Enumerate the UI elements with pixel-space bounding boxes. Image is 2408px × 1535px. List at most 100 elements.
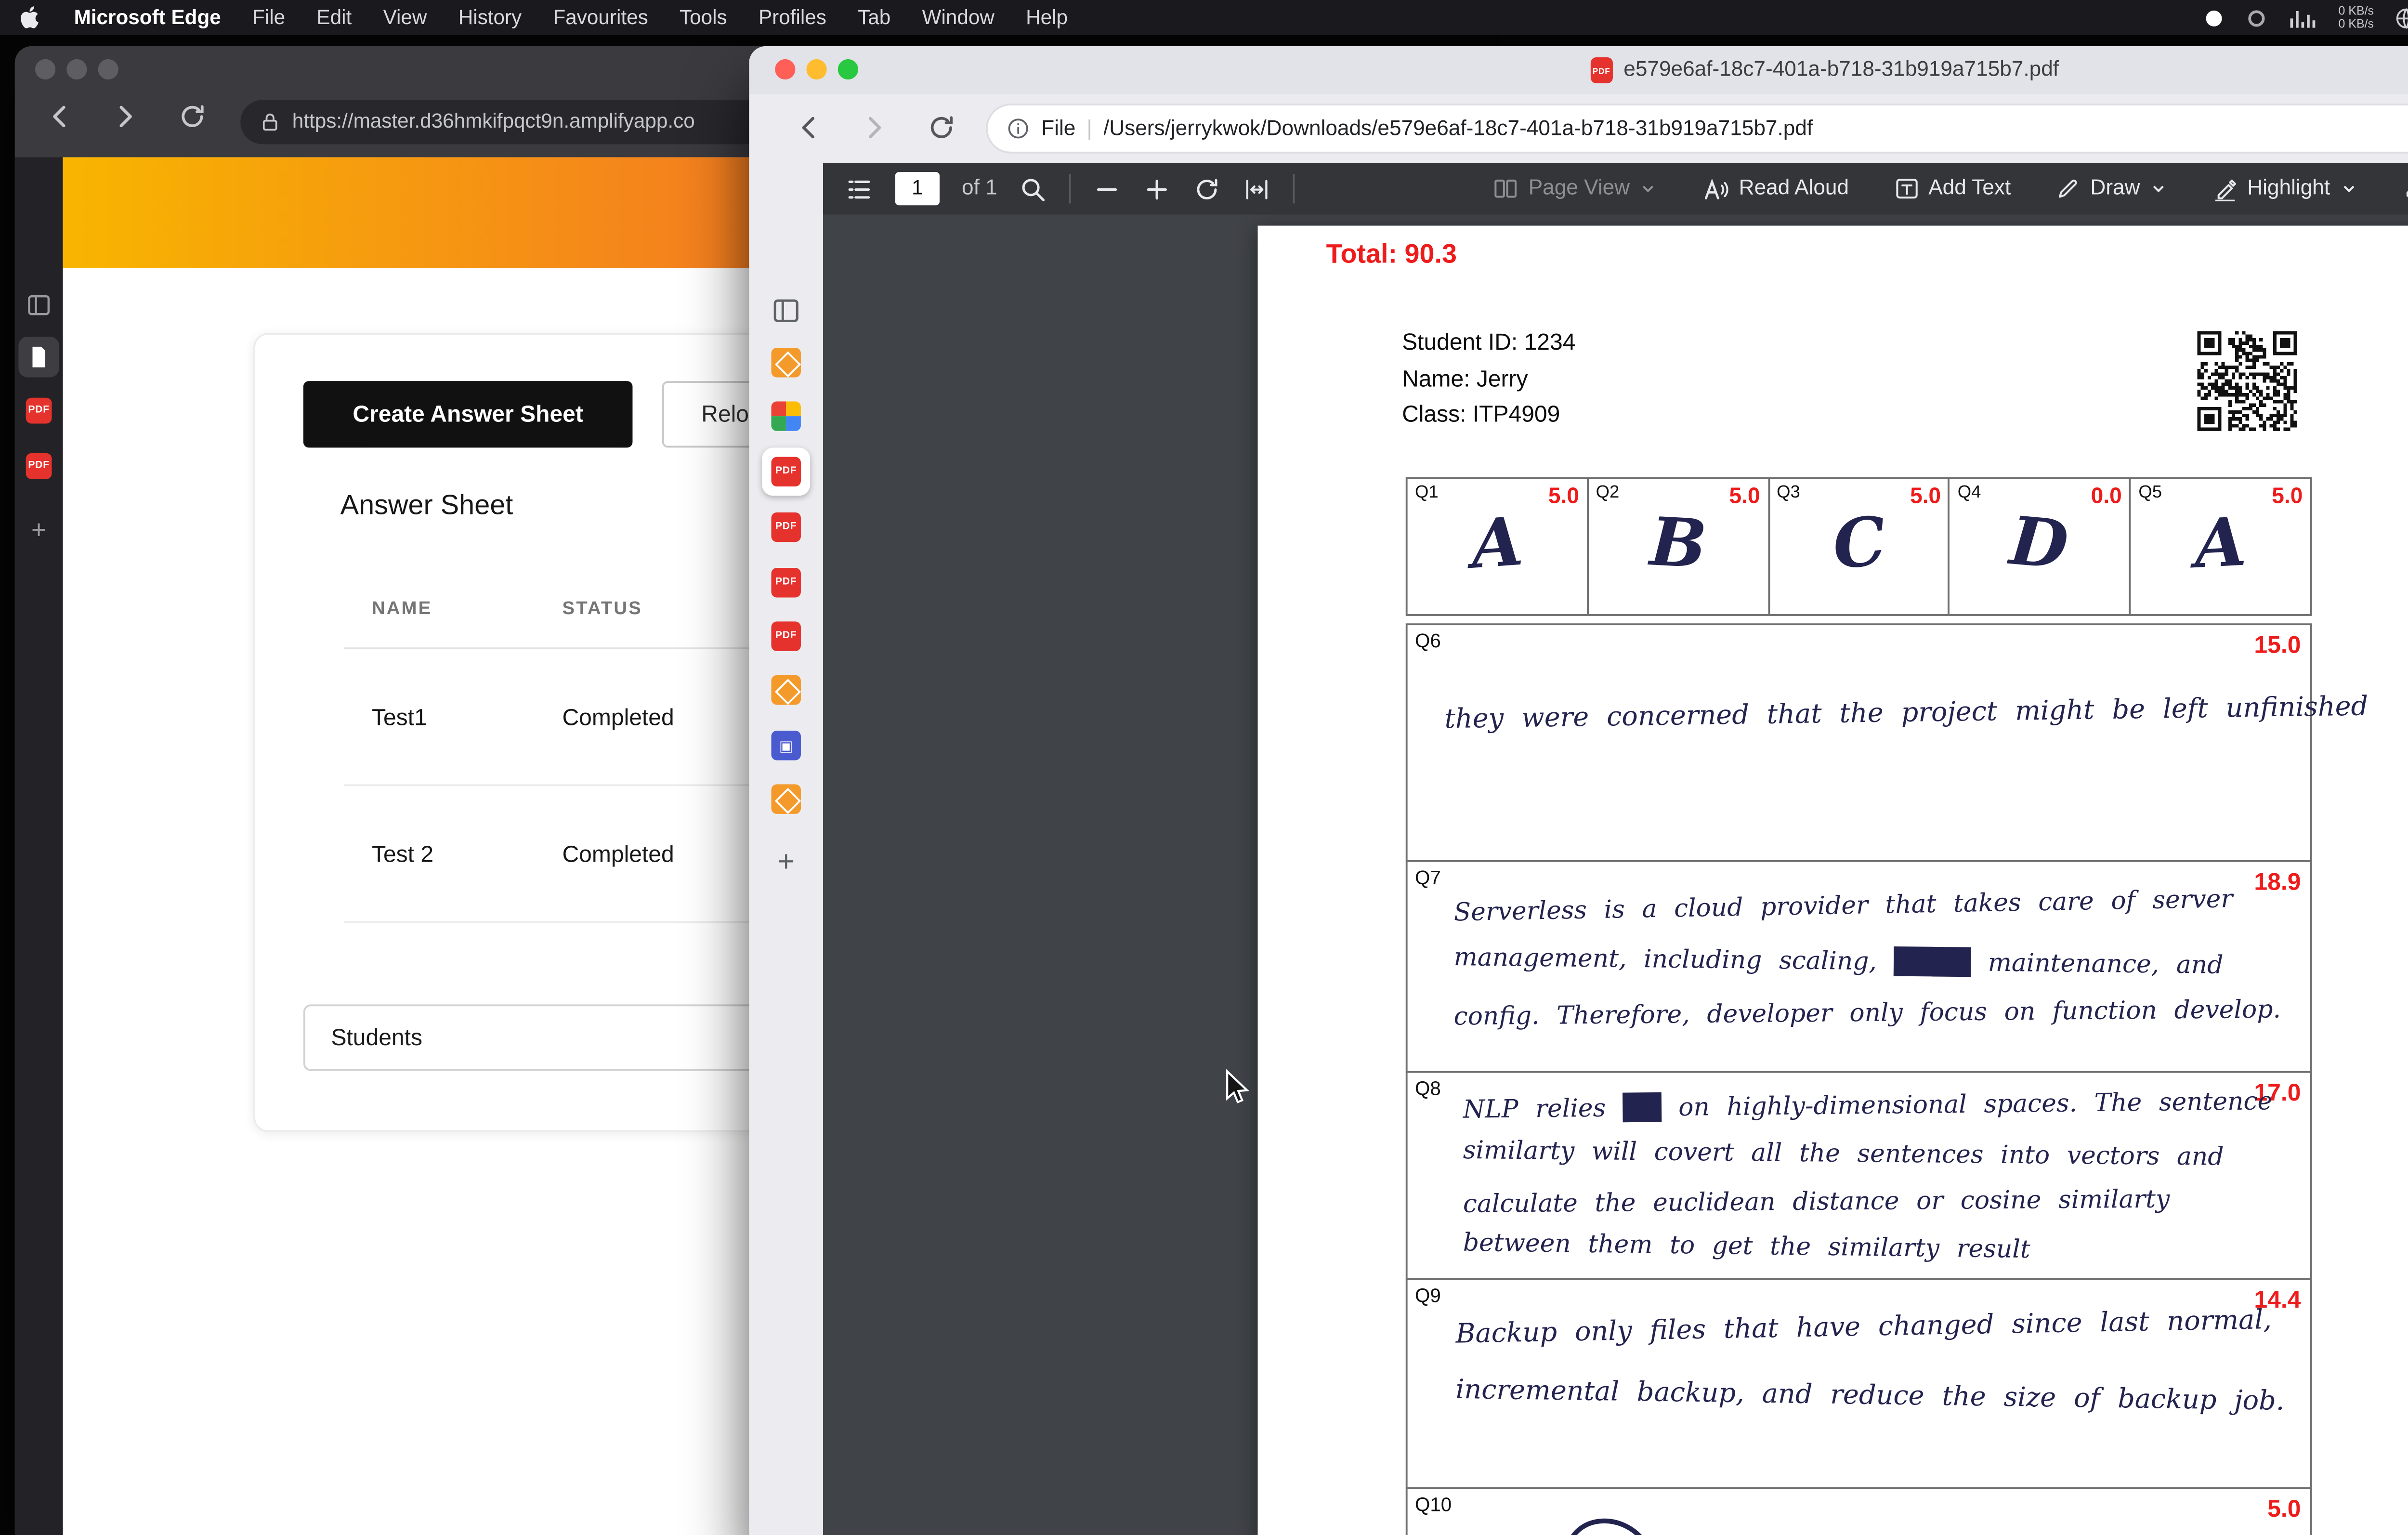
create-answer-sheet-button[interactable]: Create Answer Sheet: [303, 381, 633, 447]
erase-button[interactable]: Erase: [2402, 176, 2408, 202]
title-bar: PDF e579e6af-18c7-401a-b718-31b919a715b7…: [749, 46, 2408, 94]
answer-box-q10: Q10 5.0: [1406, 1487, 2312, 1535]
browser-window-foreground[interactable]: PDF e579e6af-18c7-401a-b718-31b919a715b7…: [749, 46, 2408, 1535]
cpu-activity-icon[interactable]: [2289, 6, 2318, 30]
close-button[interactable]: [35, 59, 55, 79]
back-icon[interactable]: [794, 113, 823, 152]
screen-record-indicator-icon[interactable]: [2203, 6, 2225, 28]
highlighter-icon: [2212, 176, 2238, 202]
read-aloud-icon: [1702, 175, 1730, 203]
chevron-down-icon: [1639, 180, 1657, 198]
zoom-out-icon[interactable]: [1093, 175, 1121, 203]
menu-history[interactable]: History: [458, 6, 522, 28]
score-label: 5.0: [1729, 483, 1760, 509]
handwriting-line: NLP relies ██ on highly-dimensional spac…: [1463, 1087, 2273, 1125]
answer-box-q8: Q8 17.0 NLP relies ██ on highly-dimensio…: [1406, 1071, 2312, 1280]
menu-file[interactable]: File: [252, 6, 285, 28]
table-of-contents-icon[interactable]: [845, 175, 873, 203]
menu-view[interactable]: View: [383, 6, 427, 28]
forward-icon[interactable]: [111, 102, 140, 141]
handwriting-line: config. Therefore, developer only focus …: [1453, 995, 2281, 1032]
new-tab-plus-icon[interactable]: +: [18, 509, 59, 549]
question-label: Q3: [1777, 483, 1800, 503]
address-bar[interactable]: File | /Users/jerrykwok/Downloads/e579e6…: [986, 104, 2408, 154]
pdf-toolbar: of 1 Page View: [823, 163, 2408, 215]
desktop: Microsoft Edge File Edit View History Fa…: [0, 0, 2408, 1535]
app-menu-title[interactable]: Microsoft Edge: [74, 6, 221, 28]
eraser-icon: [2402, 176, 2408, 202]
separator: [1293, 174, 1295, 203]
handwriting-stroke: [1565, 1511, 1646, 1535]
tab-pdf-3[interactable]: PDF: [762, 559, 810, 607]
new-tab-plus-icon[interactable]: +: [762, 840, 810, 888]
handwriting-line: Backup only files that have changed sinc…: [1455, 1306, 2272, 1350]
minimize-button[interactable]: [66, 59, 87, 79]
tab-blue-app[interactable]: ▣: [762, 722, 810, 770]
add-text-icon: [1893, 176, 1919, 202]
column-header-name: NAME: [344, 599, 562, 619]
tab-pdf-selected[interactable]: PDF: [762, 447, 810, 496]
menu-favourites[interactable]: Favourites: [553, 6, 648, 28]
tab-document-selected[interactable]: [18, 337, 59, 377]
reload-icon[interactable]: [178, 102, 207, 141]
cube-app-icon: [771, 675, 800, 705]
answer-sheet-heading: Answer Sheet: [340, 490, 513, 522]
back-icon[interactable]: [44, 102, 74, 141]
score-label: 0.0: [2091, 483, 2122, 509]
window-title-text: e579e6af-18c7-401a-b718-31b919a715b7.pdf: [1623, 59, 2059, 81]
handwriting-line: similarty will covert all the sentences …: [1463, 1136, 2224, 1172]
fit-to-width-icon[interactable]: [1243, 175, 1271, 203]
tab-pdf-1[interactable]: PDF: [18, 390, 59, 431]
menu-profiles[interactable]: Profiles: [759, 6, 826, 28]
question-label: Q2: [1596, 483, 1620, 503]
highlight-button[interactable]: Highlight: [2212, 176, 2357, 202]
score-label: 18.9: [2254, 867, 2301, 895]
tab-colorful-app[interactable]: [762, 392, 810, 440]
tab-pdf-2[interactable]: PDF: [18, 446, 59, 486]
handwriting-line: calculate the euclidean distance or cosi…: [1463, 1185, 2170, 1220]
tab-cube-app-2[interactable]: [762, 666, 810, 714]
zoom-in-icon[interactable]: [1143, 175, 1171, 203]
qr-code: [2198, 331, 2297, 431]
page-number-input[interactable]: [895, 172, 940, 205]
page-view-button[interactable]: Page View: [1493, 176, 1658, 202]
pdf-file-icon: PDF: [26, 453, 52, 479]
apple-menu-icon[interactable]: [18, 4, 42, 32]
question-label: Q10: [1415, 1495, 1452, 1517]
tab-cube-app-1[interactable]: [762, 339, 810, 387]
menu-tools[interactable]: Tools: [680, 6, 727, 28]
pdf-viewer-canvas[interactable]: Total: 90.3 Student ID: 1234 Name: Jerry…: [823, 214, 2408, 1535]
rotate-icon[interactable]: [1193, 175, 1221, 203]
lock-icon: [259, 111, 281, 133]
search-icon[interactable]: [1020, 175, 1047, 203]
tab-pdf-2[interactable]: PDF: [762, 503, 810, 551]
answer-box-q6: Q6 15.0 they were concerned that the pro…: [1406, 623, 2312, 862]
menu-tab[interactable]: Tab: [858, 6, 890, 28]
menu-window[interactable]: Window: [922, 6, 995, 28]
menu-help[interactable]: Help: [1026, 6, 1068, 28]
info-icon[interactable]: [1006, 117, 1030, 141]
window-title: PDF e579e6af-18c7-401a-b718-31b919a715b7…: [749, 46, 2408, 94]
read-aloud-label: Read Aloud: [1739, 178, 1849, 200]
chevron-down-icon: [2339, 180, 2357, 198]
zoom-button[interactable]: [98, 59, 118, 79]
add-text-label: Add Text: [1928, 178, 2011, 200]
mcq-cell-q5: Q5 5.0 A: [2131, 479, 2310, 614]
reload-icon[interactable]: [927, 113, 956, 152]
tab-pdf-4[interactable]: PDF: [762, 612, 810, 660]
globe-icon[interactable]: [2394, 5, 2408, 31]
add-text-button[interactable]: Add Text: [1893, 176, 2011, 202]
draw-button[interactable]: Draw: [2055, 176, 2168, 202]
forward-icon[interactable]: [860, 113, 890, 152]
separator: [1070, 174, 1072, 203]
network-speed-indicator[interactable]: 0 KB/s 0 KB/s: [2338, 5, 2374, 31]
read-aloud-button[interactable]: Read Aloud: [1702, 175, 1849, 203]
document-icon: [28, 344, 50, 370]
menu-edit[interactable]: Edit: [316, 6, 352, 28]
student-id-line: Student ID: 1234: [1402, 329, 1575, 355]
tab-panel-icon[interactable]: [762, 287, 810, 335]
tab-panel-icon[interactable]: [18, 285, 59, 325]
camera-indicator-icon[interactable]: [2246, 6, 2268, 28]
tab-cube-app-3[interactable]: [762, 775, 810, 823]
traffic-lights-inactive[interactable]: [35, 59, 118, 79]
